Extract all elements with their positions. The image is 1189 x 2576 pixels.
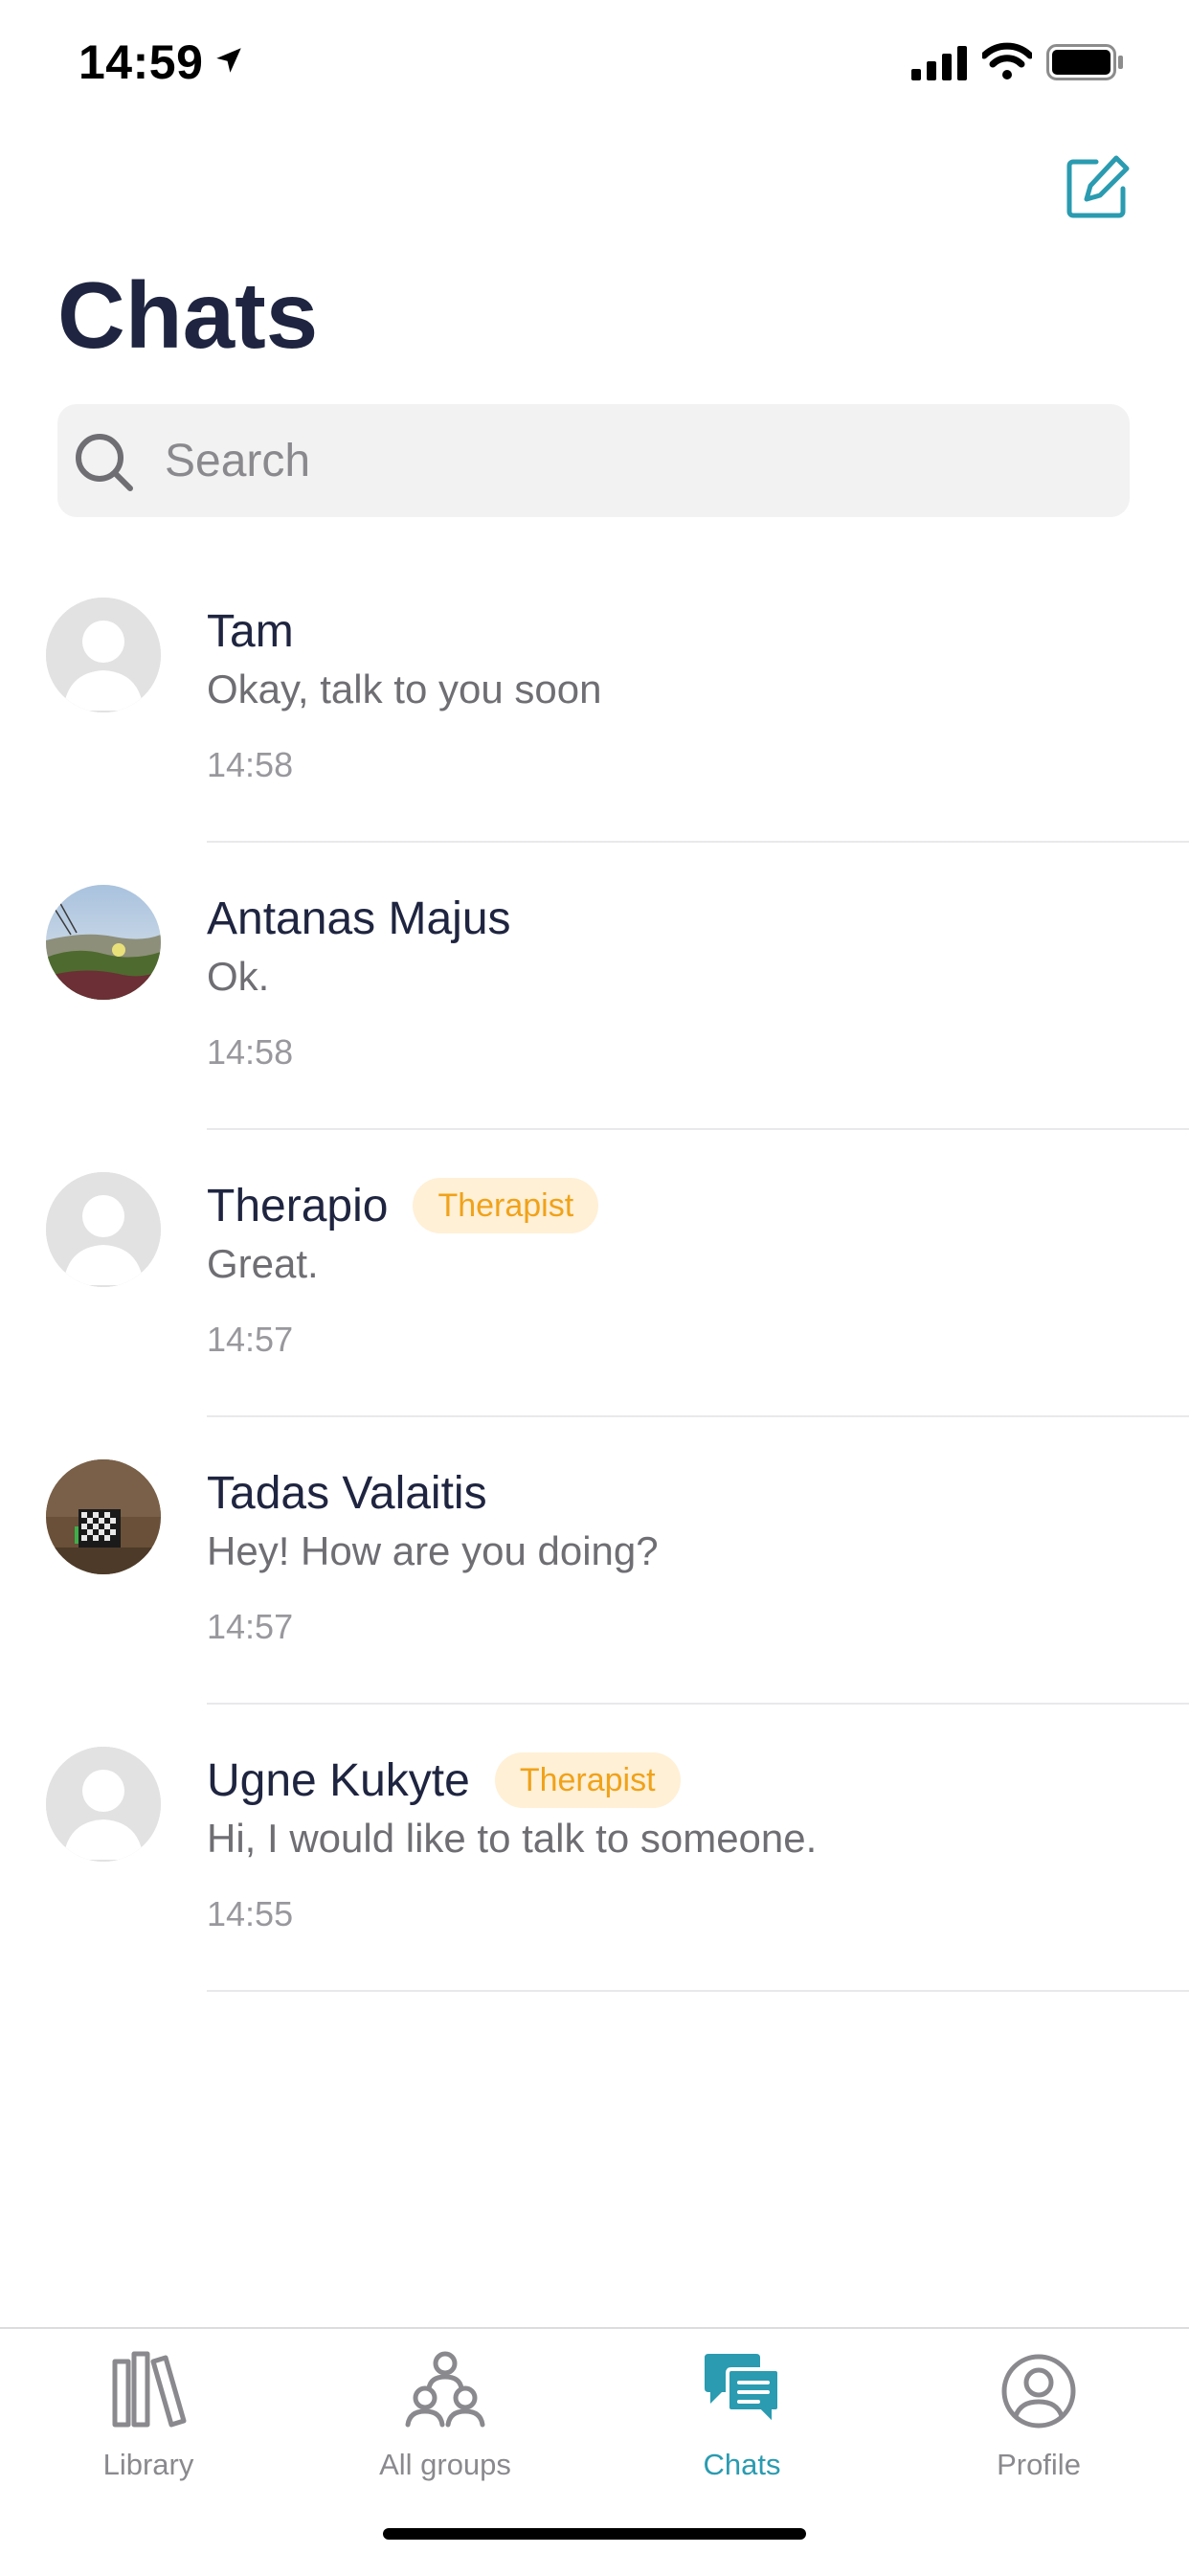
chat-list-item[interactable]: Therapio Therapist Great. 14:57 — [0, 1130, 1189, 1417]
cellular-signal-icon — [911, 46, 967, 85]
photo-avatar-landscape — [46, 885, 161, 1000]
chat-last-message: Okay, talk to you soon — [207, 667, 602, 712]
battery-icon — [1046, 44, 1125, 85]
tab-all-groups[interactable]: All groups — [297, 2348, 594, 2492]
compose-icon — [1066, 155, 1130, 218]
library-icon — [112, 2351, 187, 2428]
search-bar[interactable] — [57, 404, 1130, 517]
tab-library[interactable]: Library — [0, 2348, 297, 2492]
location-arrow-icon — [213, 44, 245, 81]
therapist-badge: Therapist — [494, 1752, 681, 1808]
divider — [207, 1990, 1189, 1992]
profile-icon — [1001, 2354, 1076, 2429]
compose-button[interactable] — [1061, 151, 1133, 224]
chat-last-message: Hey! How are you doing? — [207, 1528, 659, 1573]
chat-timestamp: 14:58 — [207, 745, 294, 784]
wifi-icon — [980, 42, 1034, 85]
tab-label: All groups — [379, 2448, 511, 2481]
chat-timestamp: 14:57 — [207, 1607, 294, 1646]
chat-timestamp: 14:55 — [207, 1894, 294, 1933]
chat-name: Tadas Valaitis — [207, 1467, 487, 1519]
tab-label: Profile — [997, 2448, 1081, 2481]
chat-last-message: Great. — [207, 1241, 319, 1286]
tab-chats[interactable]: Chats — [594, 2348, 890, 2492]
tab-profile[interactable]: Profile — [890, 2348, 1187, 2492]
status-bar: 14:59 — [0, 0, 1189, 134]
default-avatar — [46, 1172, 161, 1287]
default-avatar — [46, 1747, 161, 1862]
photo-avatar-room — [46, 1459, 161, 1574]
chat-last-message: Hi, I would like to talk to someone. — [207, 1816, 818, 1861]
search-input[interactable] — [165, 404, 1103, 517]
tab-label: Library — [102, 2448, 194, 2481]
default-avatar — [46, 598, 161, 712]
chat-list: Tam Okay, talk to you soon 14:58 Antanas… — [0, 555, 1189, 1992]
chat-name: Tam — [207, 605, 294, 657]
chat-name: Therapio — [207, 1180, 389, 1232]
chat-list-item[interactable]: Tam Okay, talk to you soon 14:58 — [0, 555, 1189, 843]
chat-last-message: Ok. — [207, 954, 270, 999]
chat-timestamp: 14:58 — [207, 1032, 294, 1072]
home-indicator[interactable] — [383, 2528, 806, 2540]
groups-icon — [405, 2351, 485, 2428]
chats-icon — [705, 2354, 781, 2429]
status-time: 14:59 — [79, 35, 204, 89]
chat-list-item[interactable]: Antanas Majus Ok. 14:58 — [0, 843, 1189, 1130]
therapist-badge: Therapist — [413, 1178, 599, 1233]
tab-label: Chats — [703, 2448, 781, 2481]
chat-list-item[interactable]: Ugne Kukyte Therapist Hi, I would like t… — [0, 1705, 1189, 1992]
search-icon — [71, 429, 138, 501]
chat-timestamp: 14:57 — [207, 1320, 294, 1359]
chat-name: Ugne Kukyte — [207, 1754, 470, 1806]
chat-list-item[interactable]: Tadas Valaitis Hey! How are you doing? 1… — [0, 1417, 1189, 1705]
page-title: Chats — [57, 262, 319, 368]
chat-name: Antanas Majus — [207, 893, 511, 944]
